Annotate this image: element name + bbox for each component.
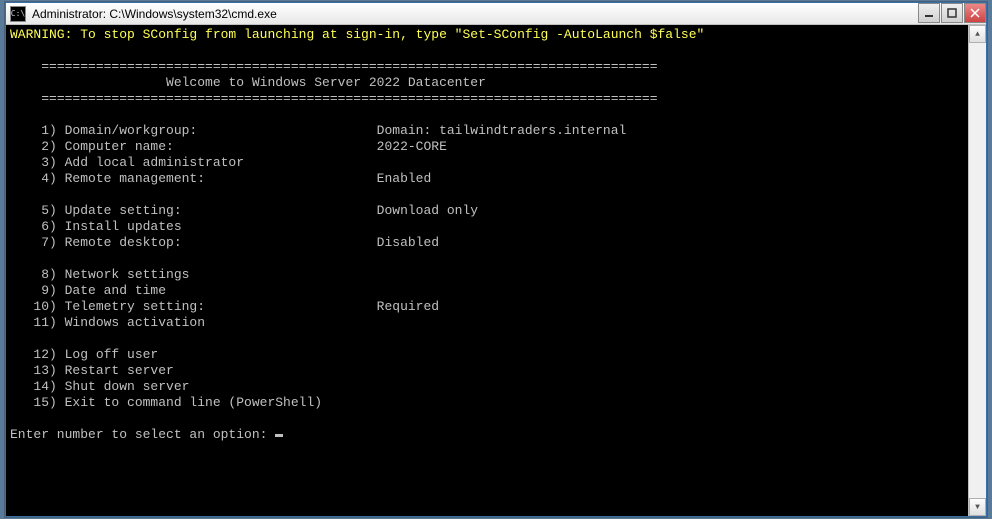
cmd-icon: C:\ [10, 6, 26, 22]
minimize-button[interactable] [918, 3, 940, 23]
welcome-text: Welcome to Windows Server 2022 Datacente… [166, 75, 486, 90]
divider-bottom: ========================================… [41, 91, 657, 106]
window-title: Administrator: C:\Windows\system32\cmd.e… [30, 7, 917, 21]
titlebar[interactable]: C:\ Administrator: C:\Windows\system32\c… [6, 3, 986, 25]
console-output[interactable]: WARNING: To stop SConfig from launching … [6, 25, 968, 516]
close-button[interactable] [964, 3, 986, 23]
chevron-down-icon: ▼ [975, 503, 980, 512]
scroll-up-button[interactable]: ▲ [969, 25, 986, 43]
minimize-icon [924, 8, 934, 18]
scroll-down-button[interactable]: ▼ [969, 498, 986, 516]
console-area: WARNING: To stop SConfig from launching … [6, 25, 986, 516]
scroll-track[interactable] [969, 43, 986, 498]
cmd-window: C:\ Administrator: C:\Windows\system32\c… [5, 2, 987, 517]
chevron-up-icon: ▲ [975, 30, 980, 39]
vertical-scrollbar[interactable]: ▲ ▼ [968, 25, 986, 516]
maximize-icon [947, 8, 957, 18]
close-icon [970, 8, 980, 18]
window-controls [917, 3, 986, 24]
divider-top: ========================================… [41, 59, 657, 74]
welcome-indent [10, 75, 166, 90]
warning-line: WARNING: To stop SConfig from launching … [10, 27, 704, 42]
menu-list: 1) Domain/workgroup: Domain: tailwindtra… [10, 123, 626, 410]
input-prompt: Enter number to select an option: [10, 427, 275, 442]
maximize-button[interactable] [941, 3, 963, 23]
cursor[interactable] [275, 434, 283, 437]
